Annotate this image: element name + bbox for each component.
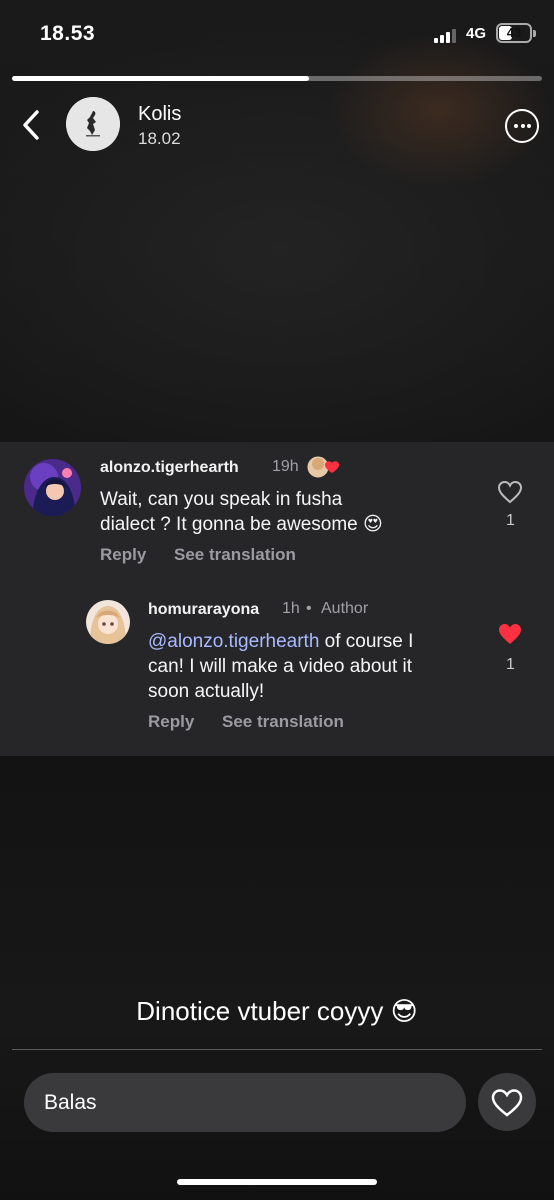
anime-avatar-icon — [86, 600, 130, 644]
comment-time: 19h — [272, 458, 299, 475]
creator-heart-icon — [306, 455, 339, 479]
caption-divider — [12, 1049, 542, 1050]
reply-text-line-3: soon actually! — [148, 681, 265, 702]
story-progress-fill — [12, 76, 309, 81]
reply-username[interactable]: homurarayona — [148, 601, 259, 619]
status-bar: 18.53 4G 43 — [0, 0, 554, 70]
reply-like-button[interactable] — [497, 622, 523, 646]
battery-level: 43 — [506, 25, 522, 40]
commenter-username[interactable]: alonzo.tigerhearth — [100, 459, 239, 477]
reply-text-line-1: @alonzo.tigerhearth of course I — [148, 630, 413, 654]
reply-meta-separator: • — [306, 600, 312, 617]
comment-text-line-2: dialect ? It gonna be awesome 😍 — [100, 514, 383, 535]
reply-reply-button[interactable]: Reply — [148, 712, 194, 732]
reply-like-count: 1 — [506, 656, 515, 673]
avatar-logo-icon — [66, 97, 120, 151]
battery-icon: 43 — [496, 23, 536, 43]
comment-card: alonzo.tigerhearth 19h Wait, can you spe… — [0, 442, 554, 756]
reply-mention-link[interactable]: @alonzo.tigerhearth — [148, 631, 319, 652]
heart-outline-icon — [497, 480, 523, 504]
reply-author-avatar[interactable] — [86, 600, 130, 644]
home-indicator — [177, 1179, 377, 1185]
back-button[interactable] — [18, 108, 46, 142]
story-author-name[interactable]: Kolis — [138, 103, 181, 126]
heart-filled-icon — [499, 624, 521, 644]
reply-time: 1h — [282, 600, 300, 617]
network-type: 4G — [466, 25, 487, 42]
reply-text-line-1-rest: of course I — [319, 631, 414, 652]
story-progress-bar — [12, 76, 542, 81]
story-caption: Dinotice vtuber coyyy 😎 — [136, 996, 418, 1026]
comment-see-translation-button[interactable]: See translation — [174, 545, 296, 565]
liked-by-creator-badge — [306, 455, 342, 479]
comment-text-line-1: Wait, can you speak in fusha — [100, 489, 343, 510]
reply-see-translation-button[interactable]: See translation — [222, 712, 344, 732]
story-posted-time: 18.02 — [138, 129, 181, 148]
comment-like-count: 1 — [506, 512, 515, 529]
anime-avatar-icon — [24, 459, 81, 516]
signal-strength-icon — [434, 27, 462, 43]
heart-outline-icon — [491, 1089, 523, 1117]
chevron-left-icon — [23, 110, 39, 140]
reply-text-line-2: can! I will make a video about it — [148, 656, 413, 677]
comment-reply-button[interactable]: Reply — [100, 545, 146, 565]
story-reply-input[interactable]: Balas — [24, 1073, 466, 1132]
story-author-avatar[interactable] — [66, 97, 120, 151]
more-options-button[interactable] — [505, 109, 539, 143]
story-like-button[interactable] — [478, 1073, 536, 1131]
status-time: 18.53 — [40, 22, 96, 45]
comment-like-button[interactable] — [497, 480, 523, 504]
reply-author-badge: Author — [321, 600, 369, 617]
commenter-avatar[interactable] — [24, 459, 81, 516]
